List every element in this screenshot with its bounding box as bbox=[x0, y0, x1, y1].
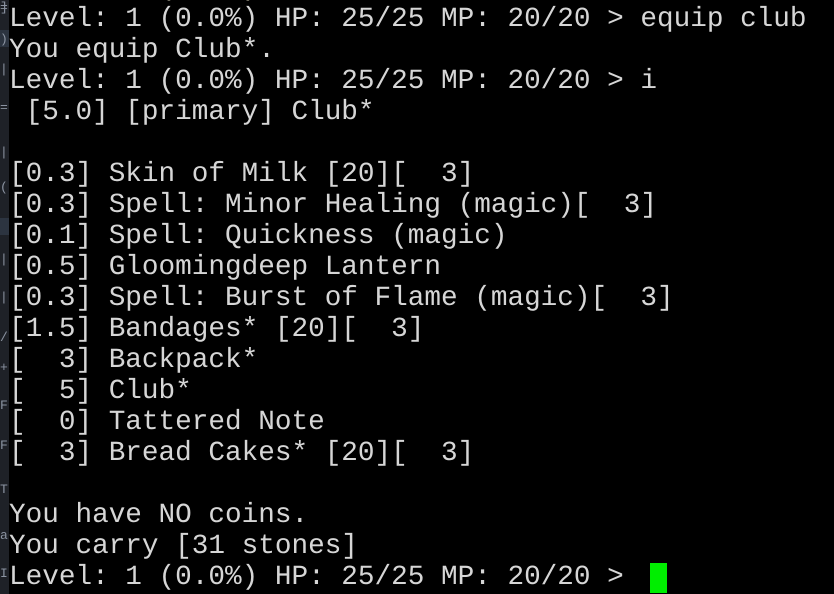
transcript-line-item-skin-of-milk: [0.3] Skin of Milk [20][ 3] bbox=[9, 159, 475, 190]
transcript-line-equipped-primary: [5.0] [primary] Club* bbox=[9, 97, 375, 128]
text-cursor[interactable] bbox=[650, 563, 667, 593]
background-window-glyph: ( bbox=[0, 180, 8, 195]
transcript-line-coins: You have NO coins. bbox=[9, 500, 309, 531]
background-window-glyph: | bbox=[0, 145, 8, 160]
background-window-glyph: | bbox=[0, 62, 8, 77]
background-window-glyph: + bbox=[0, 360, 8, 375]
background-window-highlight-row bbox=[0, 218, 9, 235]
background-window-glyph: / bbox=[0, 330, 8, 345]
background-window-glyph: = bbox=[0, 0, 8, 15]
terminal-output[interactable]: 1 (0.0%) HP: 25/ Level: 1 (0.0%) HP: 25/… bbox=[9, 0, 834, 594]
transcript-line-equip-result: You equip Club*. bbox=[9, 35, 275, 66]
background-window-glyph: I bbox=[0, 566, 8, 581]
transcript-line-item-spell-quickness: [0.1] Spell: Quickness (magic) bbox=[9, 221, 508, 252]
background-window-glyph: | bbox=[0, 290, 8, 305]
background-window-glyph: = bbox=[0, 100, 8, 115]
transcript-line-item-gloomingdeep-lantern: [0.5] Gloomingdeep Lantern bbox=[9, 252, 441, 283]
background-window-glyph: F bbox=[0, 398, 8, 413]
background-window-glyph: T bbox=[0, 482, 8, 497]
terminal-screen[interactable]: ] ) | = = | ( | | / + F F T a I 1 (0.0%)… bbox=[0, 0, 834, 594]
background-window-glyph: F bbox=[0, 438, 8, 453]
transcript-line-item-tattered-note: [ 0] Tattered Note bbox=[9, 407, 325, 438]
transcript-line-prompt-inventory: Level: 1 (0.0%) HP: 25/25 MP: 20/20 > i bbox=[9, 66, 657, 97]
transcript-line-item-backpack: [ 3] Backpack* bbox=[9, 345, 259, 376]
background-window-sliver[interactable]: ] ) | = = | ( | | / + F F T a I bbox=[0, 0, 9, 594]
transcript-line-prompt-active[interactable]: Level: 1 (0.0%) HP: 25/25 MP: 20/20 > bbox=[9, 562, 640, 593]
transcript-line-prompt-equip: Level: 1 (0.0%) HP: 25/25 MP: 20/20 > eq… bbox=[9, 4, 807, 35]
background-window-glyph: ) bbox=[0, 32, 8, 47]
background-window-glyph: | bbox=[0, 252, 8, 267]
transcript-line-item-bandages: [1.5] Bandages* [20][ 3] bbox=[9, 314, 425, 345]
transcript-line-item-club: [ 5] Club* bbox=[9, 376, 192, 407]
transcript-line-item-bread-cakes: [ 3] Bread Cakes* [20][ 3] bbox=[9, 438, 475, 469]
transcript-line-item-spell-minor-healing: [0.3] Spell: Minor Healing (magic)[ 3] bbox=[9, 190, 657, 221]
transcript-line-item-spell-burst-of-flame: [0.3] Spell: Burst of Flame (magic)[ 3] bbox=[9, 283, 674, 314]
background-window-glyph: a bbox=[0, 528, 8, 543]
transcript-line-stones: You carry [31 stones] bbox=[9, 531, 358, 562]
